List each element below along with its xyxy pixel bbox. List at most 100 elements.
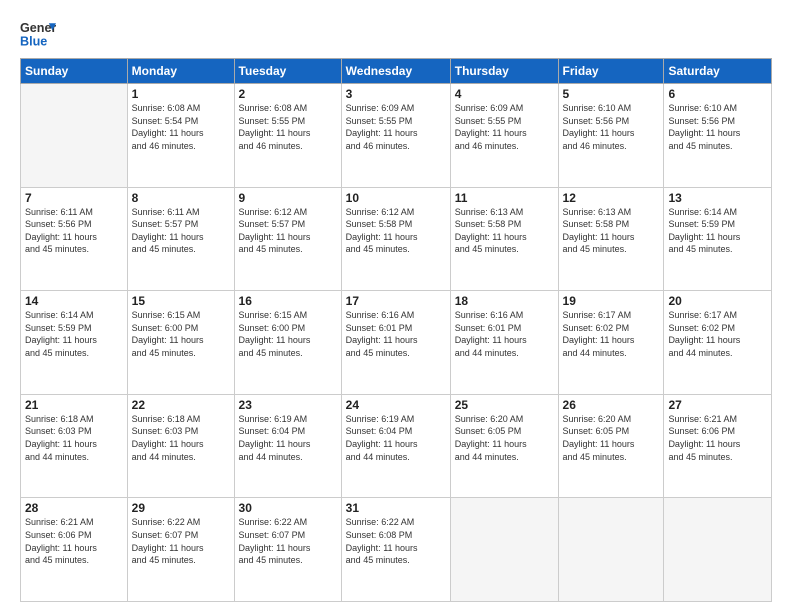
calendar-cell (558, 498, 664, 602)
day-info: Sunrise: 6:10 AM Sunset: 5:56 PM Dayligh… (668, 102, 767, 152)
day-info: Sunrise: 6:17 AM Sunset: 6:02 PM Dayligh… (668, 309, 767, 359)
day-info: Sunrise: 6:14 AM Sunset: 5:59 PM Dayligh… (25, 309, 123, 359)
day-number: 28 (25, 501, 123, 515)
day-info: Sunrise: 6:12 AM Sunset: 5:58 PM Dayligh… (346, 206, 446, 256)
calendar-cell: 18Sunrise: 6:16 AM Sunset: 6:01 PM Dayli… (450, 291, 558, 395)
day-number: 4 (455, 87, 554, 101)
day-number: 30 (239, 501, 337, 515)
day-number: 7 (25, 191, 123, 205)
day-number: 2 (239, 87, 337, 101)
day-info: Sunrise: 6:08 AM Sunset: 5:54 PM Dayligh… (132, 102, 230, 152)
day-number: 10 (346, 191, 446, 205)
weekday-header-friday: Friday (558, 59, 664, 84)
calendar-cell: 11Sunrise: 6:13 AM Sunset: 5:58 PM Dayli… (450, 187, 558, 291)
day-info: Sunrise: 6:14 AM Sunset: 5:59 PM Dayligh… (668, 206, 767, 256)
weekday-header-thursday: Thursday (450, 59, 558, 84)
calendar-cell: 26Sunrise: 6:20 AM Sunset: 6:05 PM Dayli… (558, 394, 664, 498)
day-number: 6 (668, 87, 767, 101)
day-number: 20 (668, 294, 767, 308)
calendar-cell: 24Sunrise: 6:19 AM Sunset: 6:04 PM Dayli… (341, 394, 450, 498)
day-number: 14 (25, 294, 123, 308)
calendar-cell: 20Sunrise: 6:17 AM Sunset: 6:02 PM Dayli… (664, 291, 772, 395)
day-number: 27 (668, 398, 767, 412)
weekday-header-wednesday: Wednesday (341, 59, 450, 84)
day-info: Sunrise: 6:10 AM Sunset: 5:56 PM Dayligh… (563, 102, 660, 152)
week-row-5: 28Sunrise: 6:21 AM Sunset: 6:06 PM Dayli… (21, 498, 772, 602)
day-info: Sunrise: 6:16 AM Sunset: 6:01 PM Dayligh… (346, 309, 446, 359)
calendar-cell: 1Sunrise: 6:08 AM Sunset: 5:54 PM Daylig… (127, 84, 234, 188)
day-info: Sunrise: 6:17 AM Sunset: 6:02 PM Dayligh… (563, 309, 660, 359)
day-info: Sunrise: 6:09 AM Sunset: 5:55 PM Dayligh… (455, 102, 554, 152)
calendar-cell (21, 84, 128, 188)
calendar-cell: 6Sunrise: 6:10 AM Sunset: 5:56 PM Daylig… (664, 84, 772, 188)
calendar-cell: 23Sunrise: 6:19 AM Sunset: 6:04 PM Dayli… (234, 394, 341, 498)
calendar-cell (450, 498, 558, 602)
calendar-table: SundayMondayTuesdayWednesdayThursdayFrid… (20, 58, 772, 602)
day-info: Sunrise: 6:13 AM Sunset: 5:58 PM Dayligh… (455, 206, 554, 256)
day-number: 17 (346, 294, 446, 308)
day-number: 26 (563, 398, 660, 412)
day-info: Sunrise: 6:21 AM Sunset: 6:06 PM Dayligh… (25, 516, 123, 566)
day-info: Sunrise: 6:13 AM Sunset: 5:58 PM Dayligh… (563, 206, 660, 256)
header: General Blue (20, 16, 772, 52)
day-info: Sunrise: 6:12 AM Sunset: 5:57 PM Dayligh… (239, 206, 337, 256)
day-info: Sunrise: 6:11 AM Sunset: 5:57 PM Dayligh… (132, 206, 230, 256)
day-number: 13 (668, 191, 767, 205)
day-info: Sunrise: 6:22 AM Sunset: 6:07 PM Dayligh… (132, 516, 230, 566)
day-info: Sunrise: 6:11 AM Sunset: 5:56 PM Dayligh… (25, 206, 123, 256)
logo-icon: General Blue (20, 16, 56, 52)
calendar-cell: 16Sunrise: 6:15 AM Sunset: 6:00 PM Dayli… (234, 291, 341, 395)
day-info: Sunrise: 6:18 AM Sunset: 6:03 PM Dayligh… (132, 413, 230, 463)
calendar-cell: 17Sunrise: 6:16 AM Sunset: 6:01 PM Dayli… (341, 291, 450, 395)
weekday-header-row: SundayMondayTuesdayWednesdayThursdayFrid… (21, 59, 772, 84)
day-info: Sunrise: 6:15 AM Sunset: 6:00 PM Dayligh… (132, 309, 230, 359)
week-row-3: 14Sunrise: 6:14 AM Sunset: 5:59 PM Dayli… (21, 291, 772, 395)
calendar-cell: 3Sunrise: 6:09 AM Sunset: 5:55 PM Daylig… (341, 84, 450, 188)
calendar-cell: 25Sunrise: 6:20 AM Sunset: 6:05 PM Dayli… (450, 394, 558, 498)
day-info: Sunrise: 6:21 AM Sunset: 6:06 PM Dayligh… (668, 413, 767, 463)
day-number: 8 (132, 191, 230, 205)
weekday-header-tuesday: Tuesday (234, 59, 341, 84)
day-info: Sunrise: 6:15 AM Sunset: 6:00 PM Dayligh… (239, 309, 337, 359)
calendar-cell: 19Sunrise: 6:17 AM Sunset: 6:02 PM Dayli… (558, 291, 664, 395)
calendar-cell: 31Sunrise: 6:22 AM Sunset: 6:08 PM Dayli… (341, 498, 450, 602)
calendar-cell: 29Sunrise: 6:22 AM Sunset: 6:07 PM Dayli… (127, 498, 234, 602)
calendar-cell: 30Sunrise: 6:22 AM Sunset: 6:07 PM Dayli… (234, 498, 341, 602)
calendar-cell: 21Sunrise: 6:18 AM Sunset: 6:03 PM Dayli… (21, 394, 128, 498)
day-info: Sunrise: 6:20 AM Sunset: 6:05 PM Dayligh… (563, 413, 660, 463)
calendar-cell: 4Sunrise: 6:09 AM Sunset: 5:55 PM Daylig… (450, 84, 558, 188)
day-number: 16 (239, 294, 337, 308)
day-info: Sunrise: 6:22 AM Sunset: 6:08 PM Dayligh… (346, 516, 446, 566)
day-number: 9 (239, 191, 337, 205)
day-number: 19 (563, 294, 660, 308)
day-number: 24 (346, 398, 446, 412)
day-number: 29 (132, 501, 230, 515)
calendar-cell: 27Sunrise: 6:21 AM Sunset: 6:06 PM Dayli… (664, 394, 772, 498)
week-row-2: 7Sunrise: 6:11 AM Sunset: 5:56 PM Daylig… (21, 187, 772, 291)
weekday-header-saturday: Saturday (664, 59, 772, 84)
calendar-cell: 2Sunrise: 6:08 AM Sunset: 5:55 PM Daylig… (234, 84, 341, 188)
calendar-cell: 14Sunrise: 6:14 AM Sunset: 5:59 PM Dayli… (21, 291, 128, 395)
page: General Blue SundayMondayTuesdayWednesda… (0, 0, 792, 612)
calendar-cell: 10Sunrise: 6:12 AM Sunset: 5:58 PM Dayli… (341, 187, 450, 291)
calendar-cell: 9Sunrise: 6:12 AM Sunset: 5:57 PM Daylig… (234, 187, 341, 291)
week-row-4: 21Sunrise: 6:18 AM Sunset: 6:03 PM Dayli… (21, 394, 772, 498)
day-info: Sunrise: 6:22 AM Sunset: 6:07 PM Dayligh… (239, 516, 337, 566)
calendar-cell: 22Sunrise: 6:18 AM Sunset: 6:03 PM Dayli… (127, 394, 234, 498)
day-info: Sunrise: 6:20 AM Sunset: 6:05 PM Dayligh… (455, 413, 554, 463)
calendar-cell: 12Sunrise: 6:13 AM Sunset: 5:58 PM Dayli… (558, 187, 664, 291)
day-info: Sunrise: 6:08 AM Sunset: 5:55 PM Dayligh… (239, 102, 337, 152)
day-number: 21 (25, 398, 123, 412)
day-info: Sunrise: 6:18 AM Sunset: 6:03 PM Dayligh… (25, 413, 123, 463)
day-info: Sunrise: 6:09 AM Sunset: 5:55 PM Dayligh… (346, 102, 446, 152)
weekday-header-sunday: Sunday (21, 59, 128, 84)
day-number: 3 (346, 87, 446, 101)
day-number: 18 (455, 294, 554, 308)
day-number: 11 (455, 191, 554, 205)
day-number: 1 (132, 87, 230, 101)
calendar-cell (664, 498, 772, 602)
day-number: 12 (563, 191, 660, 205)
week-row-1: 1Sunrise: 6:08 AM Sunset: 5:54 PM Daylig… (21, 84, 772, 188)
day-number: 15 (132, 294, 230, 308)
day-info: Sunrise: 6:16 AM Sunset: 6:01 PM Dayligh… (455, 309, 554, 359)
